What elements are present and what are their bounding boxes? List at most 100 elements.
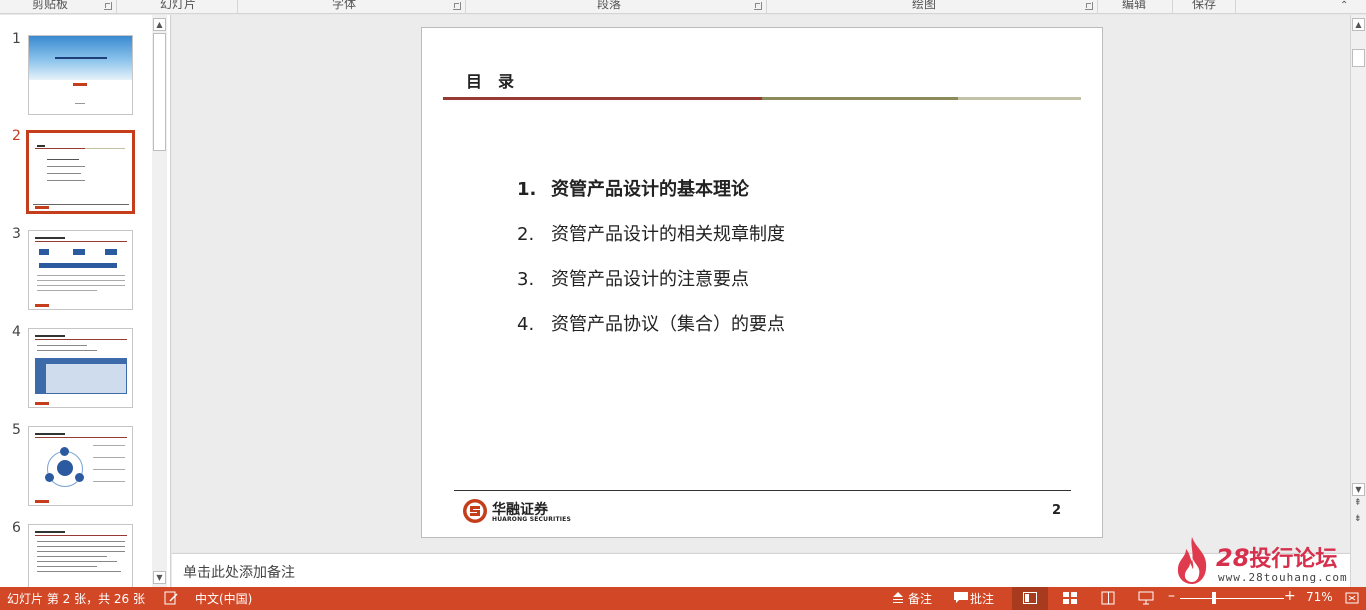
thumbnail-line	[37, 566, 97, 567]
agenda-item[interactable]: 4. 资管产品协议（集合）的要点	[517, 310, 785, 336]
thumbnail-footer-rule	[33, 204, 129, 205]
agenda-item[interactable]: 3. 资管产品设计的注意要点	[517, 265, 749, 291]
thumbnail-box	[105, 249, 117, 255]
slide-title[interactable]: 目 录	[466, 68, 514, 92]
thumbnail-number: 4	[12, 324, 21, 340]
ribbon-separator	[1172, 0, 1173, 13]
ribbon-separator	[766, 0, 767, 13]
paragraph-launcher-icon[interactable]	[754, 2, 762, 10]
notes-icon[interactable]	[890, 591, 906, 605]
thumbnail-line	[37, 290, 97, 291]
collapse-ribbon-icon[interactable]: ⌃	[1340, 1, 1348, 11]
slide-canvas[interactable]: 目 录 1. 资管产品设计的基本理论 2. 资管产品设计的相关规章制度 3. 资管产品…	[421, 27, 1103, 538]
ribbon-separator	[116, 0, 117, 13]
thumbnail-logo	[73, 83, 87, 86]
thumbnail-cycle-node	[60, 447, 69, 456]
thumbnail-table	[35, 358, 127, 394]
normal-view-button[interactable]	[1012, 587, 1048, 610]
comments-toggle[interactable]: 批注	[970, 590, 994, 607]
thumbnail-table-header	[36, 359, 126, 364]
thumbnail-line	[37, 350, 97, 351]
slide-thumbnail-4[interactable]	[28, 328, 133, 408]
status-bar: 幻灯片 第 2 张，共 26 张 中文(中国) 备注 批注 – + 71%	[0, 587, 1366, 610]
ribbon-group-clipboard: 剪贴板	[26, 0, 74, 13]
reading-view-icon[interactable]	[1100, 591, 1116, 605]
ribbon-group-label: 编辑	[1121, 0, 1146, 11]
drawing-launcher-icon[interactable]	[1085, 2, 1093, 10]
thumbnail-line	[93, 481, 125, 482]
ribbon-group-label: 幻灯片	[159, 0, 196, 11]
scroll-up-icon[interactable]: ▲	[1352, 18, 1365, 31]
thumbnail-line	[37, 561, 117, 562]
ribbon-separator	[237, 0, 238, 13]
zoom-slider-knob[interactable]	[1212, 592, 1216, 604]
slide-thumbnail-6[interactable]	[28, 524, 133, 587]
agenda-item[interactable]: 2. 资管产品设计的相关规章制度	[517, 220, 785, 246]
notes-placeholder[interactable]: 单击此处添加备注	[183, 562, 295, 582]
slide-thumbnail-2[interactable]	[26, 130, 135, 214]
slide-editor: 目 录 1. 资管产品设计的基本理论 2. 资管产品设计的相关规章制度 3. 资管产品…	[172, 15, 1350, 552]
zoom-out-icon[interactable]: –	[1168, 588, 1175, 604]
thumbnail-number: 5	[12, 422, 21, 438]
fit-to-window-icon[interactable]	[1344, 591, 1360, 605]
ribbon-group-label: 段落	[596, 0, 621, 11]
ribbon-group-slides: 幻灯片	[150, 0, 206, 13]
notes-toggle[interactable]: 备注	[908, 590, 932, 607]
comments-icon[interactable]	[953, 591, 969, 605]
ribbon-group-font: 字体	[320, 0, 368, 13]
thumbnail-title-bar	[35, 531, 65, 533]
agenda-text: 资管产品设计的基本理论	[551, 179, 749, 200]
logo-english-name: HUARONG SECURITIES	[492, 516, 572, 523]
agenda-number: 1.	[517, 179, 537, 200]
thumbnail-line	[93, 469, 125, 470]
slide-thumbnail-3[interactable]	[28, 230, 133, 310]
next-slide-icon[interactable]: ⇟	[1354, 515, 1362, 524]
spell-check-icon[interactable]	[163, 591, 179, 605]
zoom-in-icon[interactable]: +	[1284, 588, 1296, 604]
scroll-thumb[interactable]	[1352, 49, 1365, 67]
thumbnail-rule	[35, 535, 127, 536]
thumbnail-logo	[35, 206, 49, 209]
thumbnail-box	[39, 249, 49, 255]
slideshow-icon[interactable]	[1138, 591, 1154, 605]
thumbnail-cycle-node	[75, 473, 84, 482]
agenda-number: 4.	[517, 314, 535, 335]
clipboard-launcher-icon[interactable]	[104, 2, 112, 10]
font-launcher-icon[interactable]	[453, 2, 461, 10]
scroll-down-icon[interactable]: ▼	[153, 571, 166, 584]
thumbnail-logo	[35, 500, 49, 503]
zoom-slider-track[interactable]	[1180, 598, 1284, 599]
thumbnail-cycle-center	[57, 460, 73, 476]
thumbnail-line	[37, 345, 87, 346]
previous-slide-icon[interactable]: ⇞	[1354, 499, 1362, 508]
title-underline-segment	[762, 97, 958, 100]
thumbnail-line	[37, 556, 107, 557]
slide-count-status: 幻灯片 第 2 张，共 26 张	[7, 592, 145, 606]
thumbnail-rule	[85, 148, 125, 149]
thumbnail-number: 6	[12, 520, 21, 536]
slide-thumbnail-pane: 1 2 3 4 5 6 ▲ ▼	[0, 15, 171, 587]
thumbnail-line	[47, 166, 85, 167]
thumbnail-cycle-node	[45, 473, 54, 482]
slide-sorter-icon[interactable]	[1062, 591, 1078, 605]
agenda-text: 资管产品协议（集合）的要点	[551, 314, 785, 335]
ribbon-group-paragraph: 段落	[585, 0, 633, 13]
scroll-down-icon[interactable]: ▼	[1352, 483, 1365, 496]
thumbnail-scrollbar[interactable]: ▲ ▼	[152, 15, 167, 587]
thumbnail-line	[37, 285, 125, 286]
zoom-level[interactable]: 71%	[1306, 590, 1333, 604]
scroll-up-icon[interactable]: ▲	[153, 18, 166, 31]
ribbon-group-label: 绘图	[911, 0, 936, 11]
agenda-number: 2.	[517, 224, 535, 245]
scroll-thumb[interactable]	[153, 33, 166, 151]
language-status[interactable]: 中文(中国)	[195, 590, 252, 607]
ribbon-group-save: 保存	[1180, 0, 1228, 13]
watermark: 28投行论坛 www.28touhang.com	[1172, 535, 1352, 585]
slide-thumbnail-5[interactable]	[28, 426, 133, 506]
slide-thumbnail-1[interactable]	[28, 35, 133, 115]
editor-scrollbar[interactable]: ▲ ▼ ⇞ ⇟	[1350, 15, 1366, 587]
thumbnail-title-bar	[35, 433, 65, 435]
thumbnail-box	[73, 249, 85, 255]
agenda-text: 资管产品设计的相关规章制度	[551, 224, 785, 245]
agenda-item[interactable]: 1. 资管产品设计的基本理论	[517, 175, 749, 201]
